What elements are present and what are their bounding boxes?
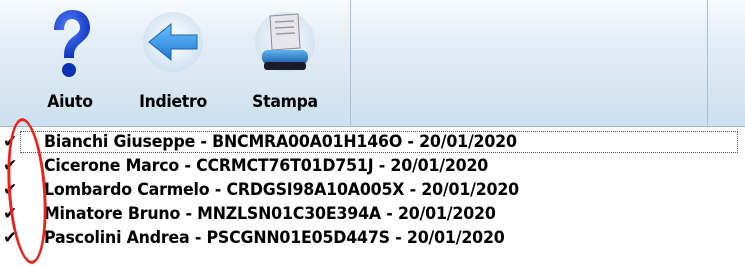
toolbar: Aiuto Indietro Stampa	[0, 0, 745, 127]
list-item-label: Lombardo Carmelo - CRDGSI98A10A005X - 20…	[44, 180, 520, 200]
back-label: Indietro	[139, 92, 207, 112]
list-item-label: Bianchi Giuseppe - BNCMRA00A01H146O - 20…	[44, 132, 517, 152]
back-arrow-icon	[143, 12, 203, 72]
print-button[interactable]: Stampa	[248, 8, 322, 120]
printer-icon	[255, 12, 315, 72]
employee-checklist[interactable]: ✔ Bianchi Giuseppe - BNCMRA00A01H146O - …	[0, 128, 745, 267]
checkbox[interactable]: ✔	[3, 203, 18, 225]
list-item[interactable]: ✔ Pascolini Andrea - PSCGNN01E05D447S - …	[0, 226, 745, 250]
list-item[interactable]: ✔ Lombardo Carmelo - CRDGSI98A10A005X - …	[0, 178, 745, 202]
toolbar-separator	[350, 0, 351, 126]
list-item-label: Pascolini Andrea - PSCGNN01E05D447S - 20…	[44, 228, 505, 248]
help-label: Aiuto	[47, 92, 93, 112]
print-label: Stampa	[252, 92, 318, 112]
checkbox[interactable]: ✔	[3, 179, 18, 201]
list-item-label: Cicerone Marco - CCRMCT76T01D751J - 20/0…	[44, 156, 489, 176]
checkbox[interactable]: ✔	[3, 131, 18, 153]
list-item[interactable]: ✔ Minatore Bruno - MNZLSN01C30E394A - 20…	[0, 202, 745, 226]
checkbox[interactable]: ✔	[3, 155, 18, 177]
list-item[interactable]: ✔ Cicerone Marco - CCRMCT76T01D751J - 20…	[0, 154, 745, 178]
list-item-label: Minatore Bruno - MNZLSN01C30E394A - 20/0…	[44, 204, 496, 224]
checkbox[interactable]: ✔	[3, 227, 18, 249]
question-mark-icon	[54, 10, 90, 77]
list-item[interactable]: ✔ Bianchi Giuseppe - BNCMRA00A01H146O - …	[0, 130, 745, 154]
back-button[interactable]: Indietro	[136, 8, 210, 120]
help-button[interactable]: Aiuto	[33, 8, 107, 120]
toolbar-separator	[707, 0, 708, 126]
